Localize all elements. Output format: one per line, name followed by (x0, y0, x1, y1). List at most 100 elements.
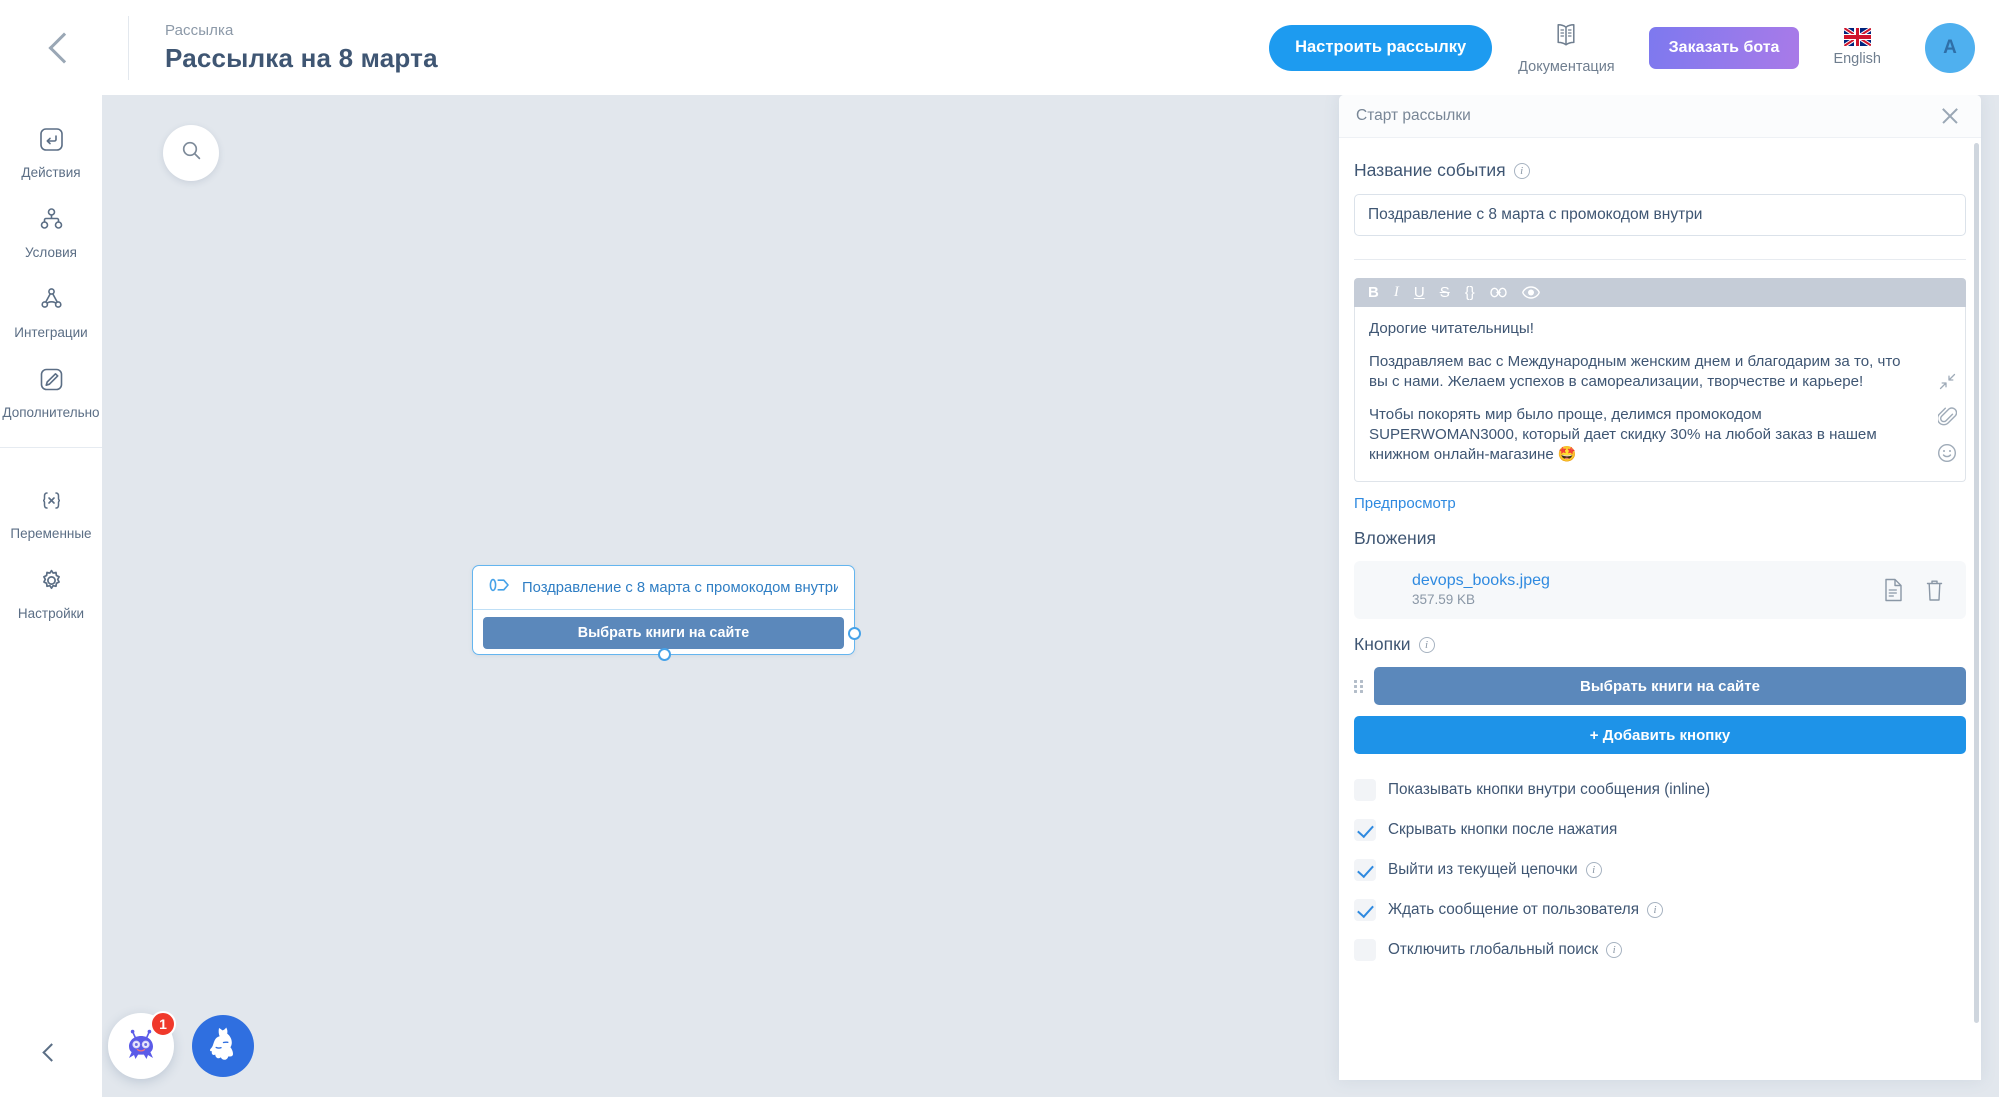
checkbox-label-text: Ждать сообщение от пользователя (1388, 901, 1640, 918)
language-switcher[interactable]: English (1807, 28, 1907, 67)
left-sidebar: Действия Условия Интеграции Дополнительн… (0, 95, 102, 1097)
checkbox-row-exit-chain[interactable]: Выйти из текущей цепочки i (1354, 850, 1966, 890)
sidebar-item-additional[interactable]: Дополнительно (0, 353, 102, 433)
message-paragraph: Чтобы покорять мир было проще, делимся п… (1369, 405, 1877, 463)
panel-action-button[interactable]: Выбрать книги на сайте (1374, 667, 1966, 705)
checkbox-label: Показывать кнопки внутри сообщения (inli… (1388, 781, 1710, 799)
checkbox-disable-global-search[interactable] (1354, 939, 1376, 961)
documentation-link[interactable]: Документация (1492, 21, 1640, 75)
panel-scrollbar[interactable] (1974, 143, 1979, 1023)
checkbox-row-hide-after-click[interactable]: Скрывать кнопки после нажатия (1354, 810, 1966, 850)
checkbox-inline[interactable] (1354, 779, 1376, 801)
integrations-icon (38, 286, 65, 318)
node-port-right[interactable] (847, 627, 861, 640)
notification-badge: 1 (150, 1011, 176, 1037)
sidebar-item-label: Переменные (10, 526, 92, 541)
preview-link[interactable]: Предпросмотр (1354, 495, 1456, 512)
sidebar-item-label: Условия (25, 245, 77, 260)
link-icon[interactable] (1490, 287, 1507, 298)
attachments-label-text: Вложения (1354, 528, 1436, 548)
node-port-bottom[interactable] (658, 647, 671, 661)
flow-node-title: Поздравление с 8 марта с промокодом внут… (522, 579, 838, 596)
trash-icon[interactable] (1925, 578, 1944, 602)
order-bot-button[interactable]: Заказать бота (1648, 26, 1800, 69)
attachment-info: devops_books.jpeg 357.59 KB (1412, 571, 1550, 609)
drag-handle-icon[interactable] (1354, 679, 1363, 693)
checkbox-label-text: Отключить глобальный поиск (1388, 941, 1599, 958)
flow-node-button[interactable]: Выбрать книги на сайте (483, 617, 844, 649)
italic-icon[interactable]: I (1394, 285, 1399, 300)
canvas-search-button[interactable] (163, 125, 219, 181)
event-name-label: Название события i (1354, 160, 1966, 181)
checkbox-label: Ждать сообщение от пользователя i (1388, 901, 1664, 919)
sidebar-item-actions[interactable]: Действия (0, 113, 102, 193)
sidebar-item-integrations[interactable]: Интеграции (0, 273, 102, 353)
sidebar-divider (0, 447, 102, 448)
message-paragraph: Дорогие читательницы! (1369, 320, 1534, 337)
code-braces-icon[interactable]: {} (1465, 285, 1475, 300)
attachments-label: Вложения (1354, 528, 1966, 549)
strikethrough-icon[interactable]: S (1440, 285, 1450, 300)
add-button-button[interactable]: + Добавить кнопку (1354, 716, 1966, 754)
panel-header: Старт рассылки (1339, 95, 1981, 138)
checkbox-hide-after-click[interactable] (1354, 819, 1376, 841)
chevron-left-icon (48, 31, 80, 64)
underline-icon[interactable]: U (1414, 285, 1425, 300)
configure-broadcast-button[interactable]: Настроить рассылку (1269, 24, 1493, 71)
support-bot-button[interactable]: 1 (108, 1011, 176, 1079)
uk-flag-icon (1843, 28, 1871, 46)
sidebar-item-label: Действия (21, 165, 81, 180)
sidebar-item-variables[interactable]: Переменные (0, 474, 102, 554)
checkbox-wait-message[interactable] (1354, 899, 1376, 921)
checkbox-row-disable-global-search[interactable]: Отключить глобальный поиск i (1354, 930, 1966, 970)
emoji-smile-icon[interactable] (1937, 443, 1957, 463)
info-icon[interactable]: i (1585, 862, 1602, 878)
attachment-filesize: 357.59 KB (1412, 592, 1476, 608)
canvas-floating-avatars: 1 (108, 1011, 254, 1079)
search-icon (180, 139, 203, 167)
checkbox-label: Отключить глобальный поиск i (1388, 941, 1623, 959)
sidebar-item-conditions[interactable]: Условия (0, 193, 102, 273)
checkbox-label-text: Скрывать кнопки после нажатия (1388, 821, 1618, 838)
llama-avatar-icon (201, 1022, 245, 1071)
sidebar-item-settings[interactable]: Настройки (0, 554, 102, 634)
checkbox-label: Скрывать кнопки после нажатия (1388, 821, 1617, 839)
checkbox-label: Выйти из текущей цепочки i (1388, 861, 1602, 879)
checkbox-row-inline[interactable]: Показывать кнопки внутри сообщения (inli… (1354, 770, 1966, 810)
llama-button[interactable] (192, 1015, 254, 1077)
attachment-filename[interactable]: devops_books.jpeg (1412, 571, 1550, 591)
panel-divider (1354, 259, 1966, 260)
info-icon[interactable]: i (1418, 636, 1435, 653)
document-icon[interactable] (1883, 578, 1903, 602)
preview-eye-icon[interactable] (1521, 286, 1540, 299)
event-name-input[interactable] (1354, 194, 1966, 236)
collapse-arrows-icon[interactable] (1939, 373, 1956, 390)
checkbox-exit-chain[interactable] (1354, 859, 1376, 881)
panel-button-row: Выбрать книги на сайте (1354, 667, 1966, 705)
title-block: Рассылка Рассылка на 8 марта (165, 22, 438, 74)
back-button[interactable] (0, 0, 128, 95)
header-actions: Настроить рассылку Документация Заказать… (1269, 21, 1999, 75)
checkbox-row-wait-message[interactable]: Ждать сообщение от пользователя i (1354, 890, 1966, 930)
avatar[interactable]: A (1925, 22, 1975, 73)
paperclip-icon[interactable] (1937, 406, 1957, 427)
message-body-editor[interactable]: Дорогие читательницы! Поздравляем вас с … (1354, 307, 1966, 482)
book-icon (1551, 21, 1581, 54)
info-icon[interactable]: i (1513, 162, 1530, 179)
options-checklist: Показывать кнопки внутри сообщения (inli… (1354, 770, 1966, 970)
editor-side-tools (1937, 373, 1957, 463)
flow-node[interactable]: Поздравление с 8 марта с промокодом внут… (472, 565, 861, 661)
info-icon[interactable]: i (1647, 902, 1664, 918)
sidebar-collapse-button[interactable] (0, 1007, 102, 1097)
bold-icon[interactable]: B (1368, 285, 1379, 300)
flow-node-header[interactable]: Поздравление с 8 марта с промокодом внут… (473, 566, 854, 610)
panel-body: Название события i B I U S {} (1339, 138, 1981, 1080)
info-icon[interactable]: i (1606, 942, 1623, 958)
flow-canvas[interactable]: Поздравление с 8 марта с промокодом внут… (102, 95, 1314, 1097)
enter-arrow-icon (38, 126, 65, 158)
page-title: Рассылка на 8 марта (165, 42, 438, 73)
close-icon[interactable] (1939, 105, 1961, 127)
language-label: English (1833, 51, 1881, 67)
breadcrumb: Рассылка (165, 21, 234, 39)
editor-toolbar: B I U S {} (1354, 278, 1966, 307)
